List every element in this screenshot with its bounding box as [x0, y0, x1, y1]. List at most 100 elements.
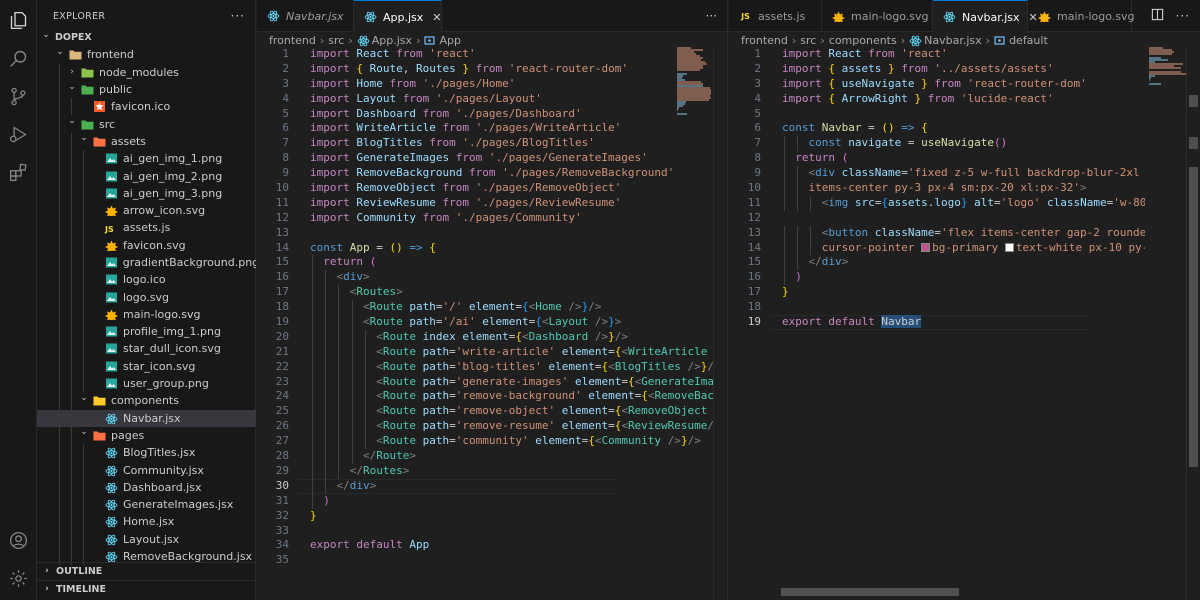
timeline-section[interactable]: › TIMELINE — [37, 580, 256, 597]
tab-main-logo-svg[interactable]: main-logo.svg — [822, 0, 933, 32]
folder-item[interactable]: ⌄ src — [37, 115, 256, 133]
tab-main-logo-svg[interactable]: main-logo.svg — [1028, 0, 1134, 32]
file-item[interactable]: main-logo.svg — [37, 305, 256, 324]
file-item[interactable]: favicon.ico — [37, 98, 256, 116]
folder-item[interactable]: ⌄ public — [37, 80, 256, 99]
split-editor-icon[interactable] — [1151, 8, 1164, 24]
file-item[interactable]: profile_img_1.png — [37, 323, 256, 341]
folder-item[interactable]: › node_modules — [37, 63, 256, 81]
file-item[interactable]: star_dull_icon.svg — [37, 340, 256, 358]
breadcrumb-item[interactable]: src — [328, 34, 344, 47]
code-token: from — [442, 121, 469, 135]
vertical-scrollbar-left[interactable] — [713, 47, 727, 600]
settings-gear-icon[interactable] — [8, 568, 29, 589]
file-item[interactable]: JS assets.js — [37, 219, 256, 237]
extensions-icon[interactable] — [8, 162, 29, 183]
code-token: Route — [382, 404, 416, 418]
more-actions-icon[interactable]: ··· — [706, 9, 717, 23]
breadcrumb-item[interactable]: App.jsx — [372, 34, 412, 47]
code-token: WriteArticle — [627, 344, 708, 358]
minimap-left[interactable] — [677, 47, 717, 115]
file-item[interactable]: Community.jsx — [37, 461, 256, 479]
tree-item-label: ai_gen_img_2.png — [123, 169, 223, 183]
breadcrumb-item[interactable]: Navbar.jsx — [924, 34, 982, 47]
close-icon[interactable]: ✕ — [432, 11, 441, 24]
color-swatch[interactable] — [921, 242, 931, 252]
indent-guide — [71, 357, 72, 375]
code-token: ReviewResume — [356, 195, 436, 209]
file-item[interactable]: BlogTitles.jsx — [37, 444, 256, 462]
scrollbar-thumb[interactable] — [1189, 137, 1198, 149]
run-debug-icon[interactable] — [8, 124, 29, 145]
tab-navbar-jsx[interactable]: Navbar.jsx — [257, 0, 354, 32]
breadcrumb-item[interactable]: frontend — [269, 34, 316, 47]
file-item[interactable]: Home.jsx — [37, 513, 256, 531]
tab-assets-js[interactable]: JS assets.js — [729, 0, 822, 32]
code-line: 16 ) — [729, 270, 1145, 286]
code-token: import — [310, 210, 350, 224]
breadcrumb-item[interactable]: components — [829, 34, 897, 47]
tab-app-jsx[interactable]: App.jsx ✕ — [354, 0, 442, 33]
code-token: from — [422, 106, 450, 120]
horizontal-scrollbar-thumb[interactable] — [781, 588, 959, 596]
folder-item[interactable]: ⌄ assets — [37, 132, 256, 151]
file-item[interactable]: Dashboard.jsx — [37, 478, 256, 497]
code-token: element — [588, 389, 635, 403]
code-token: </ — [808, 255, 822, 269]
source-control-icon[interactable] — [8, 86, 29, 107]
folder-item[interactable]: ⌄ frontend — [37, 46, 256, 63]
explorer-icon[interactable] — [8, 10, 29, 31]
breadcrumb-item[interactable]: default — [1009, 34, 1048, 47]
file-item[interactable]: ai_gen_img_2.png — [37, 167, 256, 185]
breadcrumb-item[interactable]: App — [439, 34, 461, 47]
more-actions-icon[interactable]: ··· — [1176, 9, 1190, 23]
search-icon[interactable] — [8, 48, 29, 69]
file-item[interactable]: gradientBackground.png — [37, 253, 256, 272]
folder-item[interactable]: ⌄ pages — [37, 426, 256, 445]
outline-section[interactable]: › OUTLINE — [37, 562, 256, 579]
minimap-right[interactable] — [1149, 47, 1189, 107]
code-editor-left[interactable]: 1 import React from 'react' 2 import { Rout… — [257, 47, 714, 600]
code-token: path — [422, 434, 450, 448]
file-item[interactable]: GenerateImages.jsx — [37, 496, 256, 514]
folder-item[interactable]: ⌄ DOPEX — [37, 29, 256, 46]
scrollbar-thumb[interactable] — [1189, 95, 1198, 107]
file-item[interactable]: Layout.jsx — [37, 530, 256, 548]
tab-navbar-jsx[interactable]: Navbar.jsx ✕ — [933, 0, 1038, 33]
file-item[interactable]: ai_gen_img_3.png — [37, 184, 256, 202]
file-item[interactable]: user_group.png — [37, 374, 256, 393]
vertical-scrollbar-right[interactable] — [1186, 47, 1200, 600]
code-token: > — [369, 478, 377, 492]
file-item[interactable]: ai_gen_img_1.png — [37, 150, 256, 168]
scrollbar-thumb[interactable] — [1189, 167, 1198, 467]
file-item[interactable]: Navbar.jsx — [37, 409, 256, 427]
folder-item[interactable]: ⌄ components — [37, 392, 256, 410]
breadcrumb-item[interactable]: src — [800, 34, 816, 47]
file-item[interactable]: star_icon.svg — [37, 357, 256, 375]
file-item[interactable]: arrow_icon.svg — [37, 201, 256, 220]
code-token: = — [901, 136, 922, 150]
file-item[interactable]: favicon.svg — [37, 236, 256, 254]
code-text: import GenerateImages from './pages/Gene… — [310, 151, 648, 166]
file-item[interactable]: logo.svg — [37, 288, 256, 306]
code-token: = — [449, 359, 456, 373]
explorer-more-actions-icon[interactable]: ··· — [231, 9, 245, 23]
code-editor-right[interactable]: 1 import React from 'react' 2 import { asse… — [729, 47, 1145, 600]
tab-label: Navbar.jsx — [962, 10, 1020, 24]
code-token: = — [515, 300, 522, 314]
code-token: from — [868, 47, 895, 60]
account-icon[interactable] — [8, 530, 29, 551]
color-swatch[interactable] — [1004, 242, 1014, 252]
file-item[interactable]: logo.ico — [37, 271, 256, 289]
breadcrumb-item[interactable]: frontend — [741, 34, 788, 47]
